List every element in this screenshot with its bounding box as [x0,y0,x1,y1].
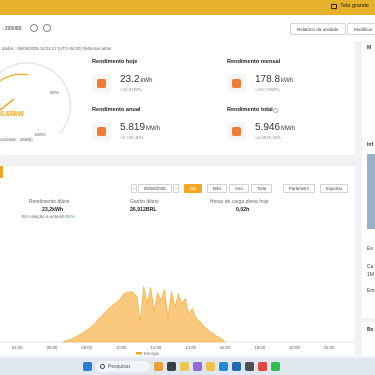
total-unit: MWh [281,126,296,132]
energy-area [62,285,226,343]
annual-tile [92,122,111,141]
calendar-icon [232,79,241,88]
right-panel-title: M [367,45,372,51]
monthly-sub: ≈207.40BRL [255,87,280,92]
file-explorer-icon[interactable] [206,362,215,371]
today-unit: kWh [140,78,153,84]
taskbar-search[interactable]: Pesquisar [96,361,150,372]
plant-report-button[interactable]: Relatório da unidade [290,23,346,35]
x-tick-label: 10:00 [116,345,127,350]
monthly-tile [227,74,246,93]
taskbar: Pesquisar [0,358,375,375]
total-sub: ≈6.897K BRL [255,135,282,140]
info-item-3: 1M [367,272,374,278]
fullscreen-button[interactable]: Tela grande [331,3,369,9]
monthly-number: 178.8 [255,74,281,85]
windows-start-icon[interactable] [83,362,92,371]
total-tile [227,122,246,141]
x-tick-label: 18:00 [254,345,265,350]
legend-label: Energia [144,351,159,356]
annual-title: Rendimento anual [92,107,141,113]
updated-text: dados : 06/08/2025 16:01:27 (UTC-04:00) … [2,46,112,51]
total-value: 5.946MWh [255,122,295,133]
screen-icon [331,3,338,9]
x-tick-label: 04:00 [12,345,23,350]
star-icon[interactable] [43,24,51,32]
whatsapp-icon[interactable] [271,362,280,371]
monthly-value: 178.8kWh [255,74,293,85]
plant-id: : 295089 [2,26,22,32]
info-title: Inf [367,142,374,148]
gauge-pct-50: 50% [50,90,60,95]
today-tile [92,74,111,93]
search-placeholder: Pesquisar [108,363,131,370]
chrome-icon[interactable] [180,362,189,371]
modify-button[interactable]: Modificar [347,23,375,35]
total-title: Rendimento total [227,107,273,113]
annual-sub: ≈6.74K BRL [120,135,145,140]
task-view-icon[interactable] [167,362,176,371]
right-panel-bottom: Be [362,322,375,356]
annual-unit: MWh [146,126,161,132]
right-panel-info: Inf Es Ca 1M Em [362,138,375,318]
info-item-1: Es [367,246,373,252]
today-number: 23.2 [120,74,140,85]
gauge-capacity: unidade : 1MWp [0,137,33,142]
x-tick-label: 06:00 [47,345,58,350]
battery-icon [97,79,106,88]
info-item-2: Ca [367,264,374,270]
search-icon [100,364,105,369]
plant-report-label: Relatório da unidade [297,26,339,32]
monthly-title: Rendimento mensal [227,59,281,65]
gauge-power: 0,65kW [0,111,25,118]
bottom-title: Be [367,327,374,333]
today-sub: ≈26.91BRL [120,87,143,92]
chart-icon [97,127,106,136]
power-gauge [0,62,72,134]
brave-icon[interactable] [258,362,267,371]
annual-number: 5.819 [120,122,146,133]
overview-card: dados : 06/08/2025 16:01:27 (UTC-04:00) … [0,41,355,155]
yield-chart-card: ‹ 06/08/2025 › Dia Mês Ano Total Parâmet… [0,166,355,356]
outlook-icon[interactable] [232,362,241,371]
widget-icon[interactable] [154,362,163,371]
legend-swatch [136,352,142,355]
monthly-unit: kWh [281,78,294,84]
x-tick-label: 16:00 [220,345,231,350]
gauge-pct-100: 100% [34,132,46,137]
store-icon[interactable] [245,362,254,371]
plant-photo [367,154,375,229]
today-value: 23.2kWh [120,74,152,85]
x-tick-label: 12:00 [151,345,162,350]
refresh-icon[interactable] [30,24,38,32]
top-bar: Tela grande [0,0,375,15]
stack-icon [232,127,241,136]
edge-icon[interactable] [219,362,228,371]
x-tick-label: 20:00 [289,345,300,350]
total-number: 5.946 [255,122,281,133]
info-icon[interactable] [273,108,278,113]
modify-label: Modificar [354,26,373,32]
yield-area-chart: 04:00 06:00 08:00 10:00 12:00 14:00 16:00 18:00… [0,285,355,356]
fullscreen-label: Tela grande [340,3,369,9]
teams-icon[interactable] [193,362,202,371]
x-tick-label: 22:00 [324,345,335,350]
plant-header: : 295089 Relatório da unidade Modificar [0,15,375,43]
x-tick-label: 08:00 [81,345,92,350]
today-title: Rendimento hoje [92,59,138,65]
x-tick-label: 14:00 [185,345,196,350]
info-item-4: Em [367,288,375,294]
annual-value: 5.819MWh [120,122,160,133]
